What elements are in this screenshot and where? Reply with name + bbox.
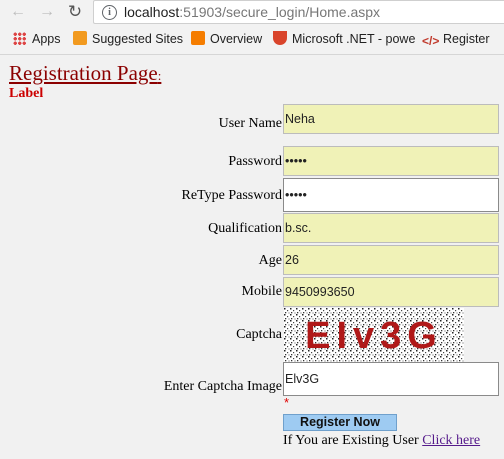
- url-path: :51903/secure_login/Home.aspx: [179, 4, 381, 20]
- bookmark-label: Overview: [210, 32, 263, 46]
- captcha-label: Captcha: [236, 327, 282, 342]
- suggested-sites-icon: [73, 31, 87, 45]
- url-host: localhost: [124, 4, 180, 20]
- qualification-input[interactable]: [283, 213, 499, 243]
- existing-user-prompt: If You are Existing User: [283, 433, 423, 448]
- page-title-suffix: :: [157, 68, 162, 83]
- reload-icon[interactable]: ↻: [65, 2, 85, 22]
- code-icon: </>: [422, 34, 440, 48]
- bookmark-label: Suggested Sites: [92, 32, 184, 46]
- bookmark-suggested-sites[interactable]: Suggested Sites: [73, 31, 183, 47]
- retype-password-input[interactable]: [283, 178, 499, 212]
- enter-captcha-label: Enter Captcha Image: [163, 379, 282, 394]
- qualification-label: Qualification: [208, 221, 282, 236]
- username-label: User Name: [218, 116, 282, 131]
- bookmark-label: Apps: [32, 32, 61, 46]
- enter-captcha-input[interactable]: [283, 362, 499, 396]
- click-here-link[interactable]: Click here: [422, 433, 480, 448]
- info-icon[interactable]: i: [102, 5, 117, 20]
- password-label: Password: [228, 154, 282, 169]
- username-input[interactable]: [283, 104, 499, 134]
- register-now-button[interactable]: Register Now: [283, 414, 397, 431]
- url-text: localhost:51903/secure_login/Home.aspx: [124, 4, 380, 20]
- page-title: Registration Page:: [9, 61, 161, 86]
- back-arrow-icon[interactable]: ←: [8, 2, 28, 22]
- dotnet-icon: [273, 31, 287, 45]
- address-bar[interactable]: i localhost:51903/secure_login/Home.aspx: [93, 0, 504, 24]
- bookmark-overview[interactable]: Overview: [191, 31, 262, 47]
- required-marker: *: [284, 395, 290, 410]
- forward-arrow-icon[interactable]: →: [37, 2, 57, 22]
- bookmark-microsoft-net[interactable]: Microsoft .NET - powe: [273, 31, 415, 47]
- captcha-text: EIv3G: [305, 315, 443, 357]
- apps-grid-icon: [13, 32, 26, 45]
- retype-password-label: ReType Password: [181, 188, 282, 203]
- mobile-input[interactable]: [283, 277, 499, 307]
- browser-chrome: ← → ↻ i localhost:51903/secure_login/Hom…: [0, 0, 504, 55]
- bookmarks-bar: Apps Suggested Sites Overview Microsoft …: [0, 27, 504, 51]
- age-input[interactable]: [283, 245, 499, 275]
- bookmark-label: Microsoft .NET - powe: [292, 32, 416, 46]
- blogger-icon: [191, 31, 205, 45]
- captcha-image: EIv3G: [284, 308, 464, 362]
- bookmark-label: Register: [443, 32, 490, 46]
- status-label: Label: [9, 86, 44, 101]
- page-title-text: Registration Page: [9, 61, 158, 85]
- password-input[interactable]: [283, 146, 499, 176]
- bookmark-apps[interactable]: Apps: [13, 31, 61, 47]
- mobile-label: Mobile: [241, 284, 282, 299]
- bookmark-register[interactable]: </> Register: [422, 31, 490, 48]
- existing-user-text: If You are Existing User Click here: [283, 433, 480, 449]
- age-label: Age: [258, 253, 282, 268]
